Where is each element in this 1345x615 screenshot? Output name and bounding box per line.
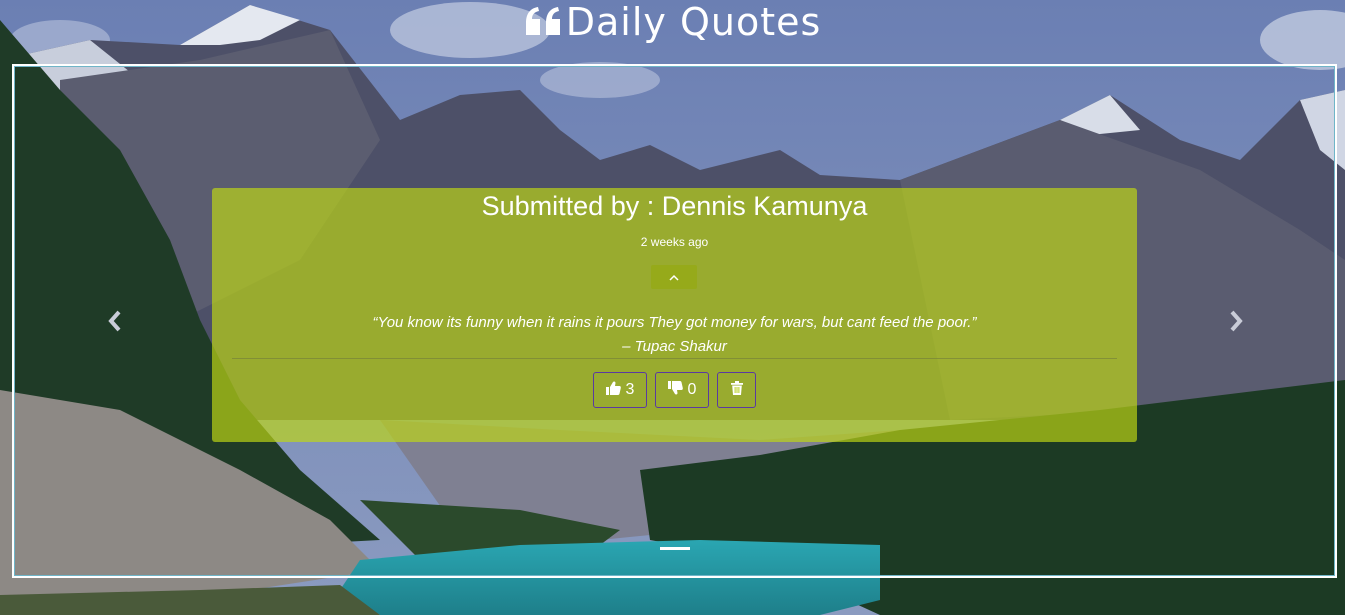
thumbs-up-icon — [605, 380, 626, 400]
downvote-button[interactable]: 0 — [655, 372, 709, 408]
site-title-text: Daily Quotes — [565, 0, 822, 44]
quote-text: “You know its funny when it rains it pou… — [372, 314, 977, 331]
quote-actions: 3 0 — [212, 372, 1137, 408]
downvote-count: 0 — [687, 381, 697, 398]
thumbs-down-icon — [667, 380, 688, 400]
upvote-count: 3 — [625, 381, 635, 398]
quote-author: – Tupac Shakur — [622, 338, 727, 355]
quote-left-icon — [524, 2, 564, 46]
divider — [232, 358, 1117, 359]
chevron-left-icon — [107, 310, 123, 337]
submitted-by: Submitted by : Dennis Kamunya — [481, 191, 868, 221]
chevron-right-icon — [1228, 310, 1244, 337]
trash-icon — [730, 380, 743, 400]
carousel-next-button[interactable] — [1221, 308, 1251, 338]
delete-button[interactable] — [717, 372, 756, 408]
upvote-button[interactable]: 3 — [593, 372, 647, 408]
carousel-prev-button[interactable] — [100, 308, 130, 338]
quote-card: Submitted by : Dennis Kamunya 2 weeks ag… — [212, 188, 1137, 442]
carousel-indicator-active[interactable] — [660, 547, 690, 550]
quote-carousel: Submitted by : Dennis Kamunya 2 weeks ag… — [12, 64, 1337, 578]
collapse-toggle-button[interactable] — [651, 265, 697, 289]
site-title: Daily Quotes — [0, 0, 1345, 48]
posted-ago: 2 weeks ago — [640, 235, 709, 249]
chevron-up-icon — [669, 268, 679, 286]
